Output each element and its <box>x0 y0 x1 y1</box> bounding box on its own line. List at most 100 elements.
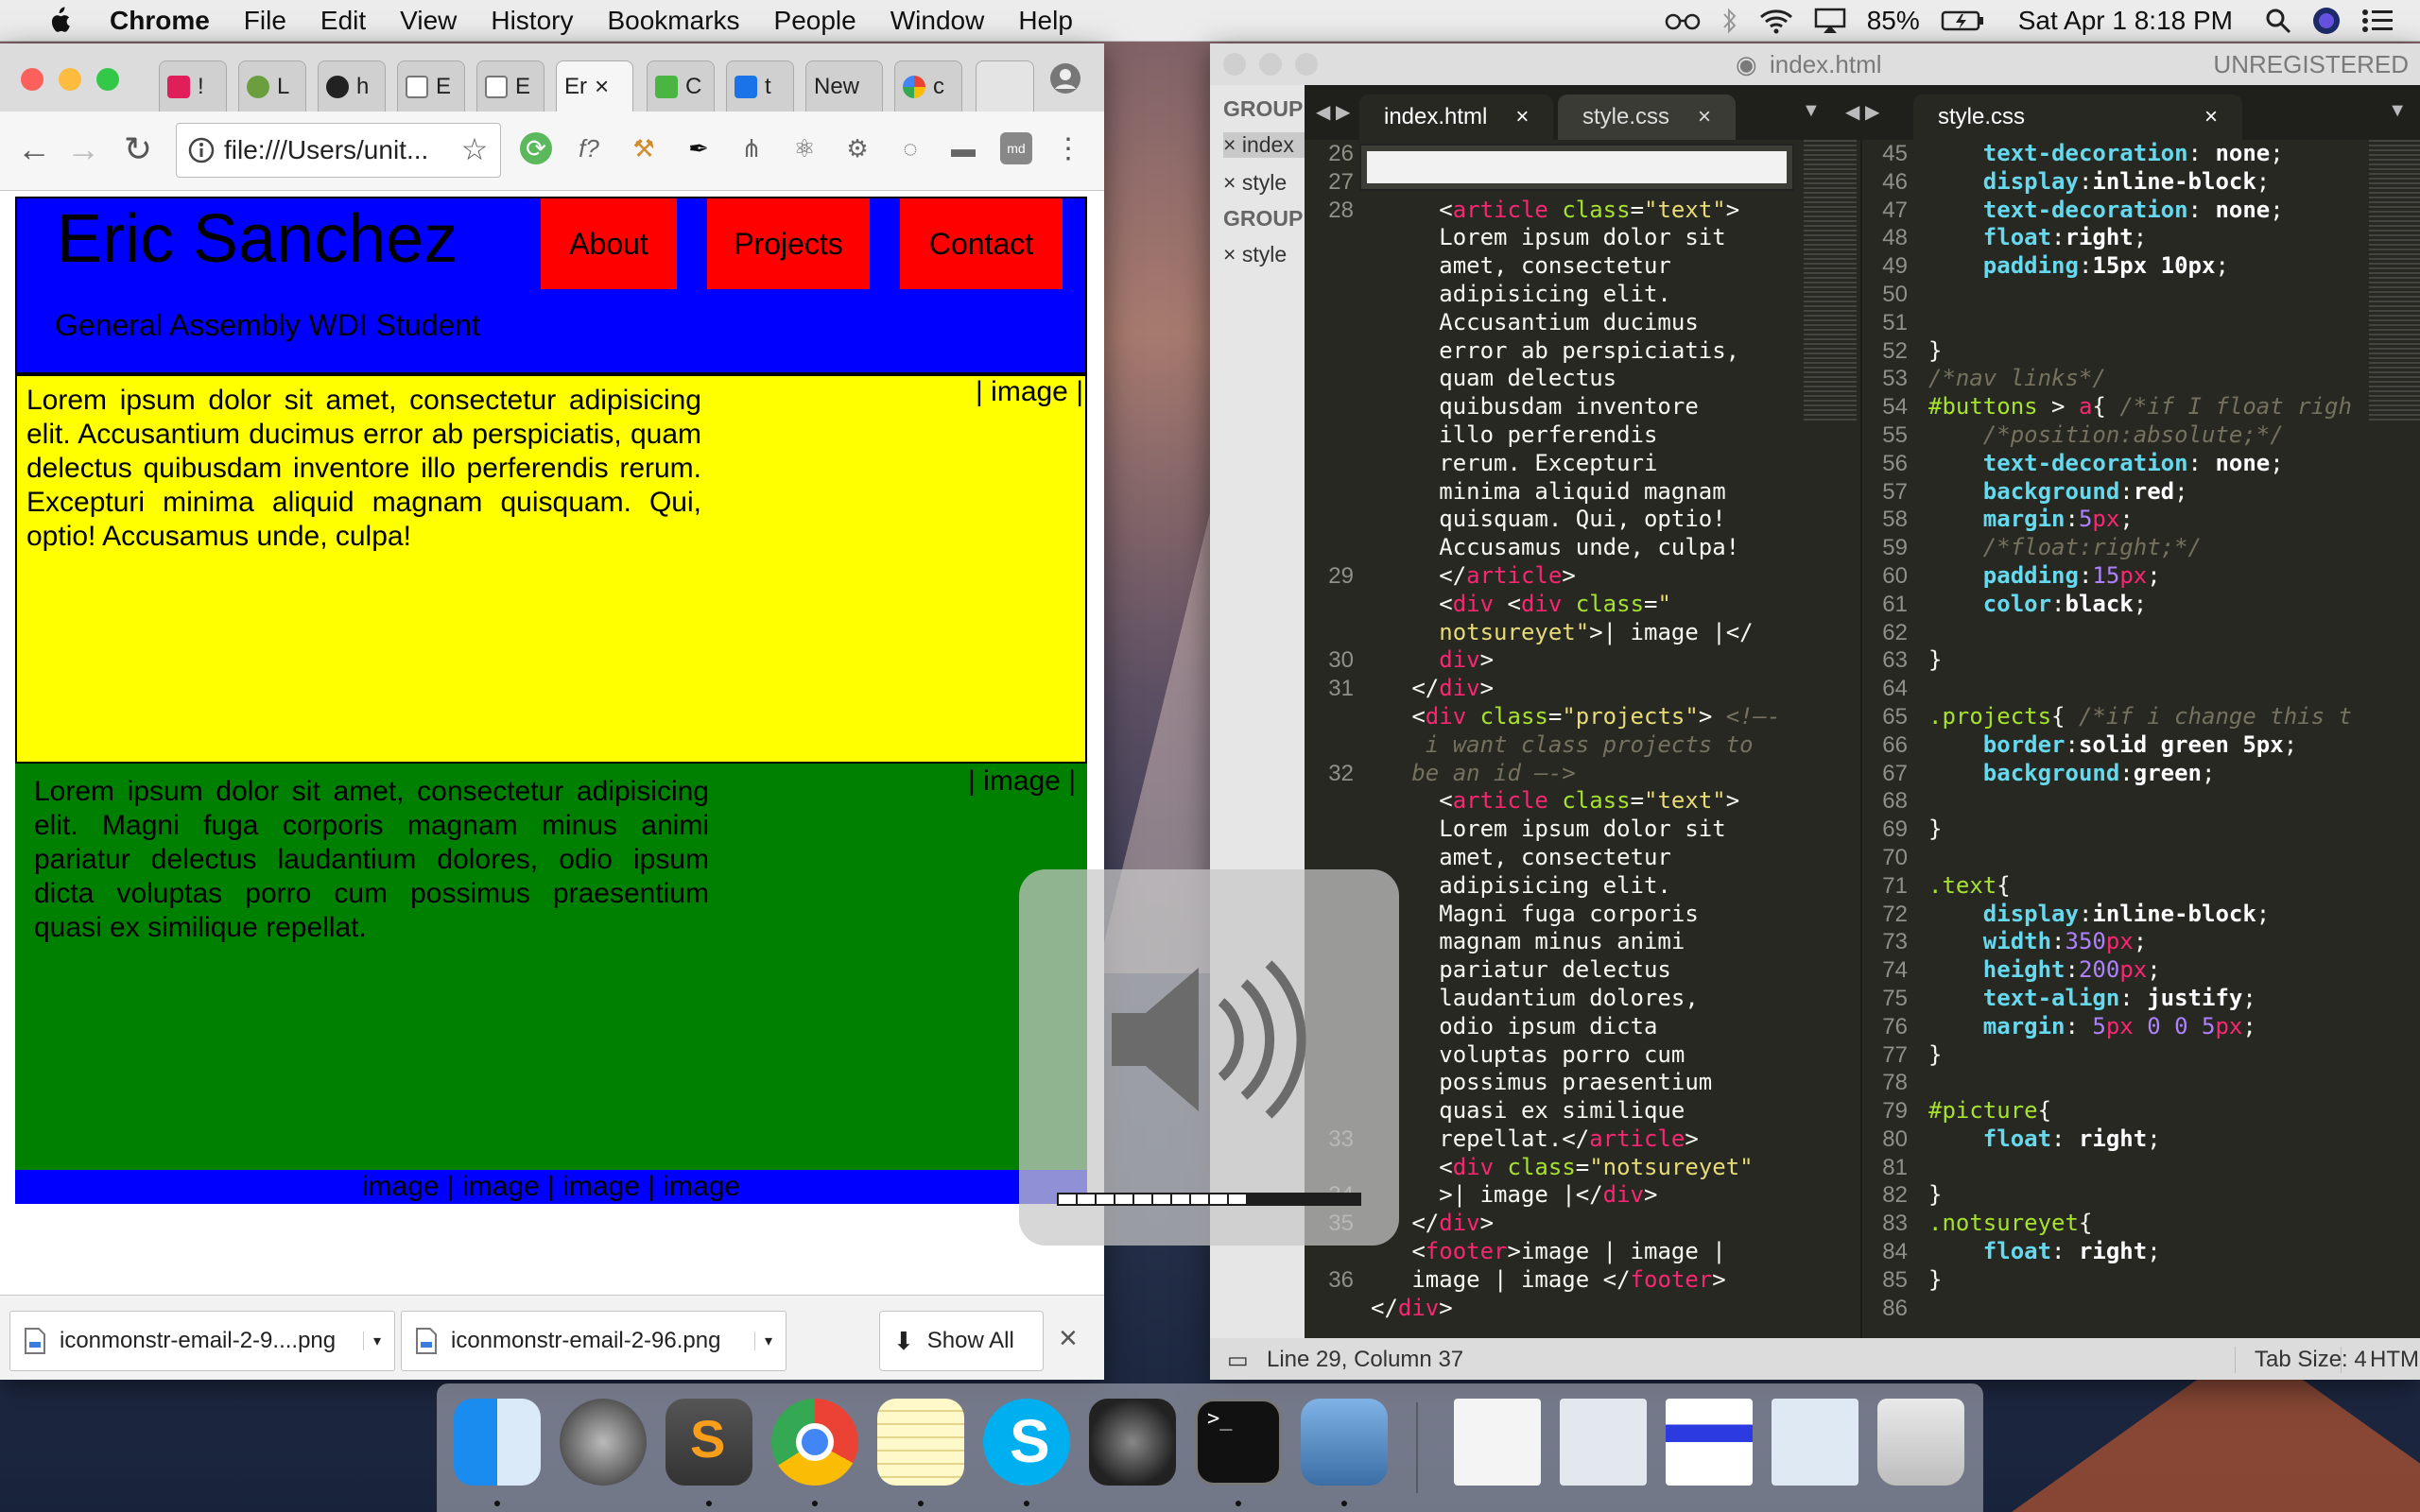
forward-arrow-icon[interactable]: → <box>62 129 104 170</box>
disk-utility-icon[interactable] <box>1089 1399 1176 1486</box>
trash-icon[interactable] <box>1877 1399 1964 1486</box>
menu-help[interactable]: Help <box>1001 6 1090 36</box>
tab-overflow-icon[interactable]: ▼ <box>1802 100 1821 122</box>
stack-icon[interactable] <box>1772 1399 1858 1486</box>
bluetooth-icon[interactable] <box>1721 7 1738 35</box>
extension-hammer-icon[interactable]: ⚒ <box>628 132 660 164</box>
notification-center-icon[interactable] <box>2361 9 2394 33</box>
siri-icon[interactable] <box>2312 7 2341 35</box>
close-tab-icon[interactable]: × <box>1515 104 1529 130</box>
tab-scroll-left-icon[interactable]: ◀ ▶ <box>1316 100 1350 124</box>
sublime-icon[interactable]: S <box>666 1399 752 1486</box>
menu-view[interactable]: View <box>383 6 474 36</box>
chrome-icon[interactable] <box>771 1399 858 1486</box>
close-window-button[interactable] <box>21 68 43 91</box>
launchpad-icon[interactable] <box>560 1399 647 1486</box>
close-tab-icon[interactable]: × <box>2204 104 2218 130</box>
apple-icon[interactable] <box>36 6 81 35</box>
menu-people[interactable]: People <box>757 6 873 36</box>
nav-contact-button[interactable]: Contact <box>900 198 1063 289</box>
chrome-menu-icon[interactable]: ⋮ <box>1047 129 1089 170</box>
reload-icon[interactable]: ↻ <box>117 129 159 170</box>
sidebar-open-file[interactable]: × index <box>1223 132 1305 158</box>
sidebar-open-file[interactable]: × style <box>1223 170 1287 196</box>
close-icon[interactable]: × <box>1223 132 1242 157</box>
extension-md-icon[interactable]: md <box>1000 132 1032 164</box>
autocomplete-input[interactable] <box>1367 151 1787 183</box>
chevron-down-icon[interactable]: ▾ <box>753 1332 772 1350</box>
bookmark-star-icon[interactable]: ☆ <box>454 129 495 170</box>
extension-eyedropper-icon[interactable]: ✒ <box>683 132 715 164</box>
stack-icon[interactable] <box>1560 1399 1647 1486</box>
browser-tab[interactable]: h <box>318 60 386 112</box>
browser-tab[interactable]: New <box>805 60 883 112</box>
extension-gear-icon[interactable]: ⚙ <box>841 132 873 164</box>
tab-overflow-icon[interactable]: ▼ <box>2388 100 2407 122</box>
glasses-icon[interactable] <box>1665 11 1701 30</box>
sidebar-open-file[interactable]: × style <box>1223 242 1287 267</box>
browser-tab[interactable]: E <box>476 60 544 112</box>
notes-icon[interactable] <box>877 1399 964 1486</box>
wifi-icon[interactable] <box>1759 8 1793 34</box>
skype-icon[interactable]: S <box>983 1399 1070 1486</box>
minimize-window-button[interactable] <box>59 68 81 91</box>
editor-tab-style[interactable]: style.css × <box>1558 94 1737 140</box>
close-tab-icon[interactable]: × <box>1698 104 1711 130</box>
browser-tab[interactable]: E <box>397 60 465 112</box>
close-tab-icon[interactable]: × <box>595 72 609 101</box>
close-window-button[interactable] <box>1223 53 1246 76</box>
download-item[interactable]: iconmonstr-email-2-96.png ▾ <box>401 1311 786 1371</box>
minimize-window-button[interactable] <box>1259 53 1282 76</box>
editor-tab-style-right[interactable]: style.css × <box>1913 94 2243 140</box>
editor-pane-css[interactable]: 45 46 47 48 49 50 51 52 53 54 55 56 57 5… <box>1860 140 2420 1338</box>
browser-tab[interactable]: c <box>894 60 962 112</box>
back-arrow-icon[interactable]: ← <box>13 129 55 170</box>
finder-icon[interactable] <box>454 1399 541 1486</box>
battery-icon[interactable] <box>1941 9 1986 32</box>
extension-bucket-icon[interactable]: ▬ <box>947 132 979 164</box>
syntax-selector[interactable]: HTML <box>2341 1347 2420 1373</box>
menu-window[interactable]: Window <box>873 6 1002 36</box>
editor-tab-index[interactable]: index.html × <box>1359 94 1554 140</box>
extension-brackets-icon[interactable]: ◌ <box>894 132 926 164</box>
menu-file[interactable]: File <box>227 6 303 36</box>
menu-bookmarks[interactable]: Bookmarks <box>590 6 756 36</box>
zoom-window-button[interactable] <box>1295 53 1318 76</box>
extension-tree-icon[interactable]: ⋔ <box>735 132 768 164</box>
chevron-down-icon[interactable]: ▾ <box>362 1332 381 1350</box>
browser-tab-active[interactable]: Er × <box>556 60 633 112</box>
info-icon[interactable] <box>188 137 215 163</box>
browser-tab[interactable]: ! <box>159 60 227 112</box>
download-item[interactable]: iconmonstr-email-2-9....png ▾ <box>9 1311 395 1371</box>
menu-app-name[interactable]: Chrome <box>81 6 227 36</box>
menu-edit[interactable]: Edit <box>303 6 383 36</box>
zoom-window-button[interactable] <box>96 68 119 91</box>
extension-formula-icon[interactable]: f? <box>573 132 605 164</box>
close-shelf-icon[interactable]: × <box>1059 1320 1078 1357</box>
new-tab-button[interactable] <box>976 60 1034 112</box>
minimap[interactable] <box>2369 140 2420 423</box>
preview-icon[interactable] <box>1301 1399 1388 1486</box>
extension-react-icon[interactable]: ⚛ <box>788 132 821 164</box>
browser-tab[interactable]: C <box>647 60 715 112</box>
spotlight-search-icon[interactable] <box>2265 8 2291 34</box>
browser-tab[interactable]: L <box>238 60 306 112</box>
profile-icon[interactable] <box>1049 62 1081 94</box>
show-all-button[interactable]: ⬇ Show All <box>879 1311 1044 1371</box>
nav-about-button[interactable]: About <box>541 198 677 289</box>
close-icon[interactable]: × <box>1223 242 1242 266</box>
terminal-icon[interactable]: >_ <box>1195 1399 1282 1486</box>
tab-scroll-left-icon[interactable]: ◀ ▶ <box>1845 100 1879 124</box>
address-bar[interactable]: file:///Users/unit... <box>176 123 501 178</box>
stack-icon[interactable] <box>1666 1399 1753 1486</box>
extension-green-icon[interactable]: ⟳ <box>520 132 552 164</box>
panel-toggle-icon[interactable]: ▭ <box>1227 1347 1249 1374</box>
close-icon[interactable]: × <box>1223 170 1242 195</box>
minimap[interactable] <box>1804 140 1857 423</box>
clock[interactable]: Sat Apr 1 8:18 PM <box>2018 6 2233 36</box>
airplay-icon[interactable] <box>1814 8 1846 34</box>
browser-tab[interactable]: t <box>726 60 794 112</box>
menu-history[interactable]: History <box>474 6 590 36</box>
stack-icon[interactable] <box>1454 1399 1541 1486</box>
nav-projects-button[interactable]: Projects <box>707 198 870 289</box>
